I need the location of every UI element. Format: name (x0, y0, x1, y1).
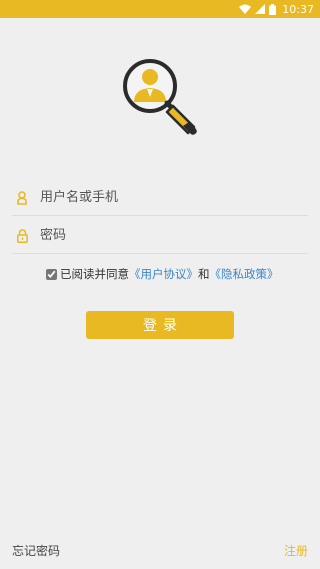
privacy-policy-link[interactable]: 《隐私政策》 (210, 266, 279, 282)
register-link[interactable]: 注册 (284, 542, 308, 559)
status-bar: 10:37 (0, 0, 320, 18)
wifi-icon (239, 4, 252, 14)
magnifier-user-icon (123, 59, 197, 135)
password-field[interactable] (12, 218, 308, 254)
username-field[interactable] (12, 180, 308, 216)
user-icon (14, 189, 30, 207)
signal-icon (255, 4, 266, 14)
agreement-row: 已阅读并同意 《用户协议》 和 《隐私政策》 (46, 266, 279, 282)
user-agreement-link[interactable]: 《用户协议》 (129, 266, 198, 282)
battery-icon (269, 3, 277, 15)
lock-icon (14, 227, 30, 245)
status-time: 10:37 (282, 2, 314, 16)
agreement-checkbox[interactable] (46, 268, 57, 280)
forgot-password-link[interactable]: 忘记密码 (12, 542, 60, 559)
app-logo (118, 56, 208, 140)
login-button[interactable]: 登录 (86, 311, 234, 339)
password-input[interactable] (40, 228, 280, 243)
agreement-prefix: 已阅读并同意 (60, 267, 129, 281)
username-input[interactable] (40, 190, 280, 205)
agreement-and: 和 (198, 267, 210, 281)
